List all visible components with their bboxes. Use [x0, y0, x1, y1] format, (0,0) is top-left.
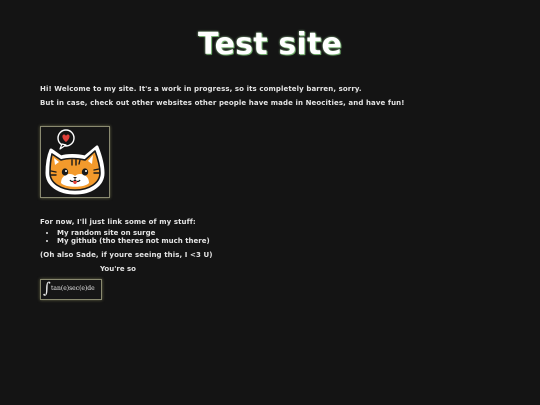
sade-note: (Oh also Sade, if youre seeing this, I <…	[40, 251, 213, 259]
github-link[interactable]: My github (tho theres not much there)	[57, 237, 210, 245]
youre-so-text: You're so	[100, 265, 136, 273]
intro-line-1: Hi! Welcome to my site. It's a work in p…	[40, 85, 362, 93]
math-expression: tan(e)sec(e)de	[51, 285, 95, 292]
cat-image	[40, 126, 110, 198]
math-equation-image: ∫ tan(e)sec(e)de	[40, 279, 102, 300]
cat-sticker-icon	[45, 129, 105, 195]
integral-icon: ∫	[43, 279, 51, 297]
stuff-heading: For now, I'll just link some of my stuff…	[40, 218, 196, 226]
surge-site-link[interactable]: My random site on surge	[57, 229, 210, 237]
page-title: Test site	[197, 27, 343, 62]
links-list: My random site on surge My github (tho t…	[38, 229, 210, 245]
intro-line-2: But in case, check out other websites ot…	[40, 99, 405, 107]
